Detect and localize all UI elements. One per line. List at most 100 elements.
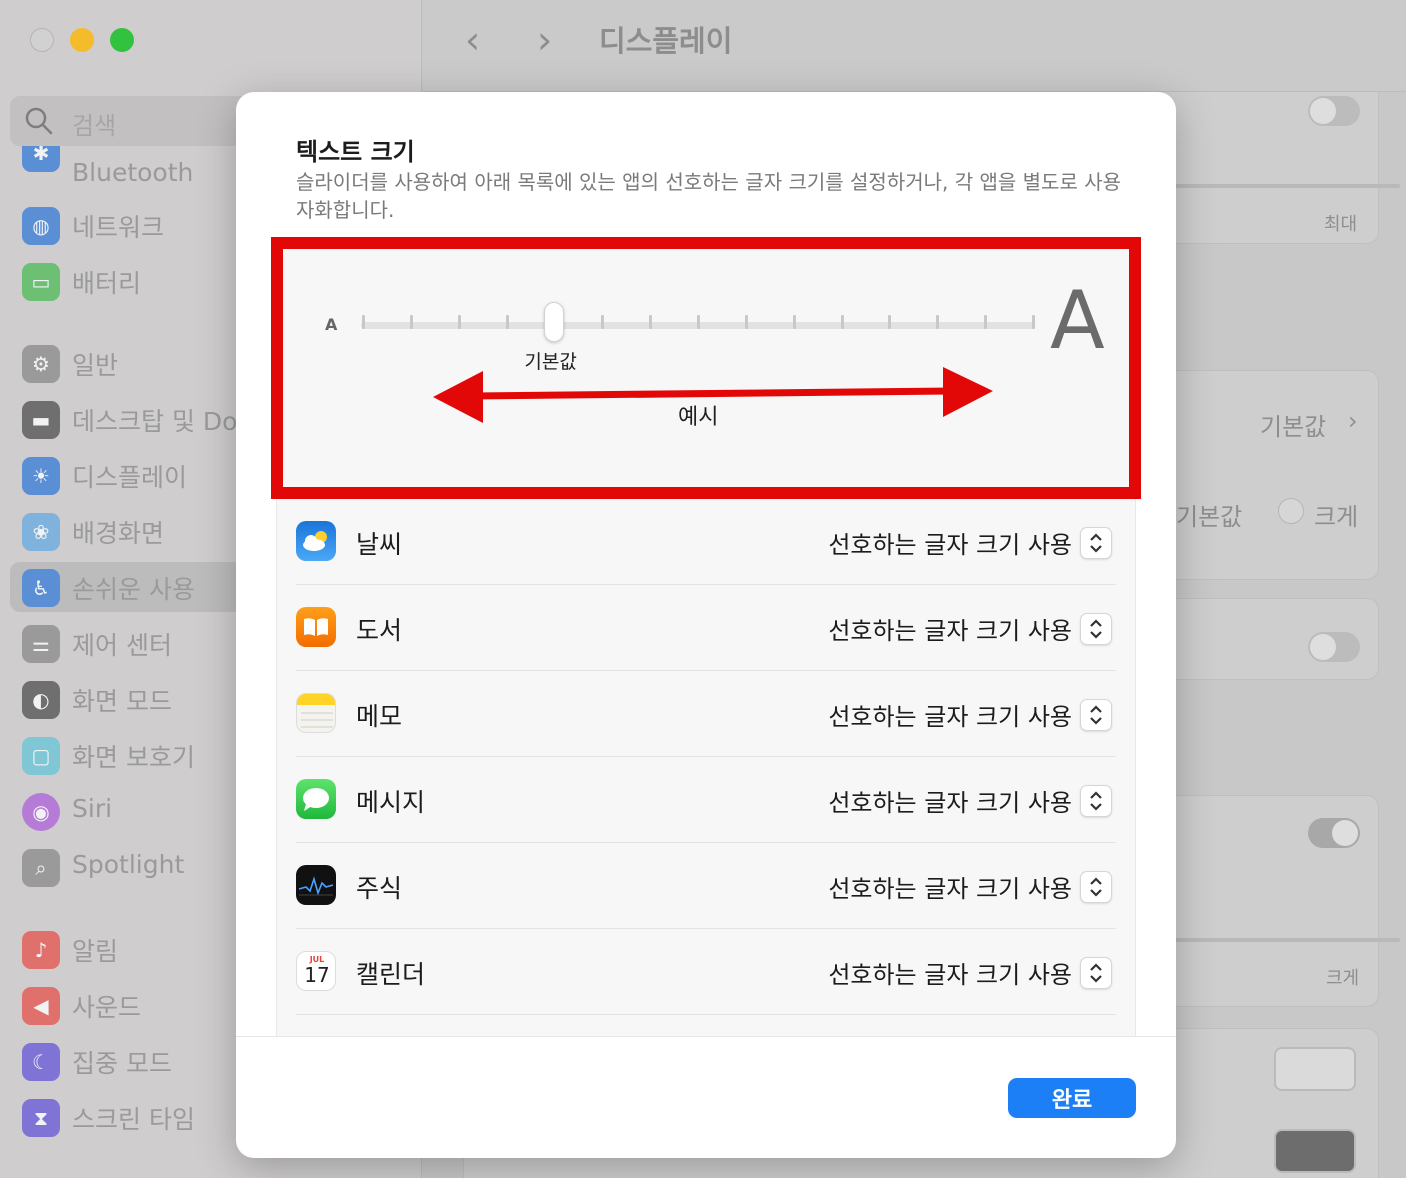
weather-icon	[296, 521, 336, 561]
zoom-window-button[interactable]	[110, 28, 134, 52]
sidebar-item-label: 화면 보호기	[72, 743, 195, 772]
minimize-window-button[interactable]	[70, 28, 94, 52]
bg-toggle-3[interactable]	[1308, 818, 1360, 848]
sidebar-item-label: Siri	[72, 794, 113, 823]
sidebar-item-label: 집중 모드	[72, 1049, 172, 1078]
slider-tick	[936, 315, 940, 329]
app-name: 도서	[356, 616, 403, 645]
footer-divider	[236, 1036, 1176, 1037]
sidebar-item-label: 제어 센터	[72, 631, 172, 660]
annotation-box: A A 기본값 예시	[271, 237, 1141, 499]
chevron-updown-icon[interactable]	[1080, 527, 1112, 559]
bg-toggle[interactable]	[1308, 96, 1360, 126]
accessibility-icon: ♿	[22, 569, 60, 607]
sidebar-item-label: Bluetooth	[72, 158, 194, 186]
calendar-icon: JUL 17	[296, 951, 336, 991]
app-row-notes: 메모 선호하는 글자 크기 사용	[296, 671, 1116, 757]
slider-tick	[984, 315, 988, 329]
calendar-day: 17	[304, 963, 330, 987]
moon-icon: ☾	[22, 1043, 60, 1081]
slider-tick	[744, 315, 748, 329]
switches-icon: ⚌	[22, 625, 60, 663]
dialog-title: 텍스트 크기	[296, 138, 415, 166]
max-label: 최대	[1324, 214, 1358, 235]
search-icon	[25, 107, 53, 135]
dock-icon: ▬	[22, 401, 60, 439]
dialog-description: 슬라이더를 사용하여 아래 목록에 있는 앱의 선호하는 글자 크기를 설정하거…	[296, 170, 1122, 222]
app-name: 날씨	[356, 530, 403, 559]
slider-knob[interactable]	[544, 302, 565, 342]
slider-tick	[840, 315, 844, 329]
bg-slider-track-2[interactable]	[1164, 938, 1400, 942]
sidebar-item-label: 손쉬운 사용	[72, 575, 195, 604]
sidebar-item-label: Spotlight	[72, 850, 185, 879]
chevron-right-icon: ›	[1348, 407, 1358, 435]
example-label: 예시	[678, 405, 719, 430]
slider-tick	[697, 315, 700, 329]
chevron-updown-icon[interactable]	[1080, 785, 1112, 817]
radio-default-label: 기본값	[1176, 503, 1243, 531]
sidebar-item-label: 스크린 타임	[72, 1105, 195, 1134]
back-chevron-icon[interactable]: ‹	[465, 18, 480, 62]
sun-icon: ☀	[22, 457, 60, 495]
sidebar-item-label: 배경화면	[72, 519, 165, 548]
forward-chevron-icon[interactable]: ›	[537, 18, 552, 62]
slider-tick	[888, 315, 892, 329]
slider-tick	[792, 315, 796, 329]
sidebar-item-label: 일반	[72, 351, 119, 380]
color-swatch-light[interactable]	[1274, 1047, 1356, 1091]
app-row-stocks: 주식 선호하는 글자 크기 사용	[296, 843, 1116, 929]
sidebar-item-label: 디스플레이	[72, 463, 188, 492]
app-size-value[interactable]: 선호하는 글자 크기 사용	[828, 869, 1072, 904]
flower-icon: ❀	[22, 513, 60, 551]
battery-icon: ▭	[22, 263, 60, 301]
radio-large[interactable]	[1278, 498, 1304, 524]
globe-icon: ◍	[22, 207, 60, 245]
siri-icon: ◉	[22, 793, 60, 831]
chevron-updown-icon[interactable]	[1080, 871, 1112, 903]
text-size-dialog: 텍스트 크기 슬라이더를 사용하여 아래 목록에 있는 앱의 선호하는 글자 크…	[236, 92, 1176, 1158]
chevron-updown-icon[interactable]	[1080, 613, 1112, 645]
app-size-value[interactable]: 선호하는 글자 크기 사용	[828, 611, 1072, 646]
toolbar: ‹ › 디스플레이	[423, 0, 1406, 92]
speaker-icon: ◀	[22, 987, 60, 1025]
books-icon	[296, 607, 336, 647]
bg-toggle-2[interactable]	[1308, 632, 1360, 662]
close-window-button[interactable]	[30, 28, 54, 52]
hourglass-icon: ⧗	[22, 1099, 60, 1137]
app-name: 주식	[356, 874, 403, 903]
screensaver-icon: ▢	[22, 737, 60, 775]
notes-icon	[296, 693, 336, 733]
slider-tick	[649, 315, 653, 329]
done-button[interactable]: 완료	[1008, 1078, 1136, 1118]
sidebar-item-label: 사운드	[72, 993, 142, 1022]
bg-slider-track[interactable]	[1164, 184, 1400, 188]
slider-tick	[1032, 315, 1035, 329]
app-size-value[interactable]: 선호하는 글자 크기 사용	[828, 697, 1072, 732]
default-value[interactable]: 기본값	[1260, 407, 1326, 442]
chevron-updown-icon[interactable]	[1080, 699, 1112, 731]
gear-icon: ⚙	[22, 345, 60, 383]
sidebar-item-label: 네트워크	[72, 213, 165, 242]
app-row-calendar: JUL 17 캘린더 선호하는 글자 크기 사용	[296, 929, 1116, 1015]
bell-icon: ♪	[22, 931, 60, 969]
sidebar-item-label: 화면 모드	[72, 687, 172, 716]
app-size-value[interactable]: 선호하는 글자 크기 사용	[828, 525, 1072, 560]
sidebar-item-label: 알림	[72, 937, 119, 966]
app-size-value[interactable]: 선호하는 글자 크기 사용	[828, 955, 1072, 990]
color-swatch-dark[interactable]	[1274, 1129, 1356, 1173]
large-text-a: A	[1050, 274, 1105, 367]
app-name: 메모	[356, 702, 403, 731]
app-name: 캘린더	[356, 960, 426, 989]
stocks-icon	[296, 865, 336, 905]
slider-tick	[409, 315, 413, 329]
app-row-messages: 메시지 선호하는 글자 크기 사용	[296, 757, 1116, 843]
app-size-value[interactable]: 선호하는 글자 크기 사용	[828, 783, 1072, 818]
slider-tick	[362, 315, 365, 329]
chevron-updown-icon[interactable]	[1080, 957, 1112, 989]
large-label: 크게	[1326, 968, 1360, 989]
app-row-weather: 날씨 선호하는 글자 크기 사용	[296, 499, 1116, 585]
sidebar-item-label: 배터리	[72, 269, 142, 298]
slider-tick	[457, 315, 461, 329]
appearance-icon: ◐	[22, 681, 60, 719]
